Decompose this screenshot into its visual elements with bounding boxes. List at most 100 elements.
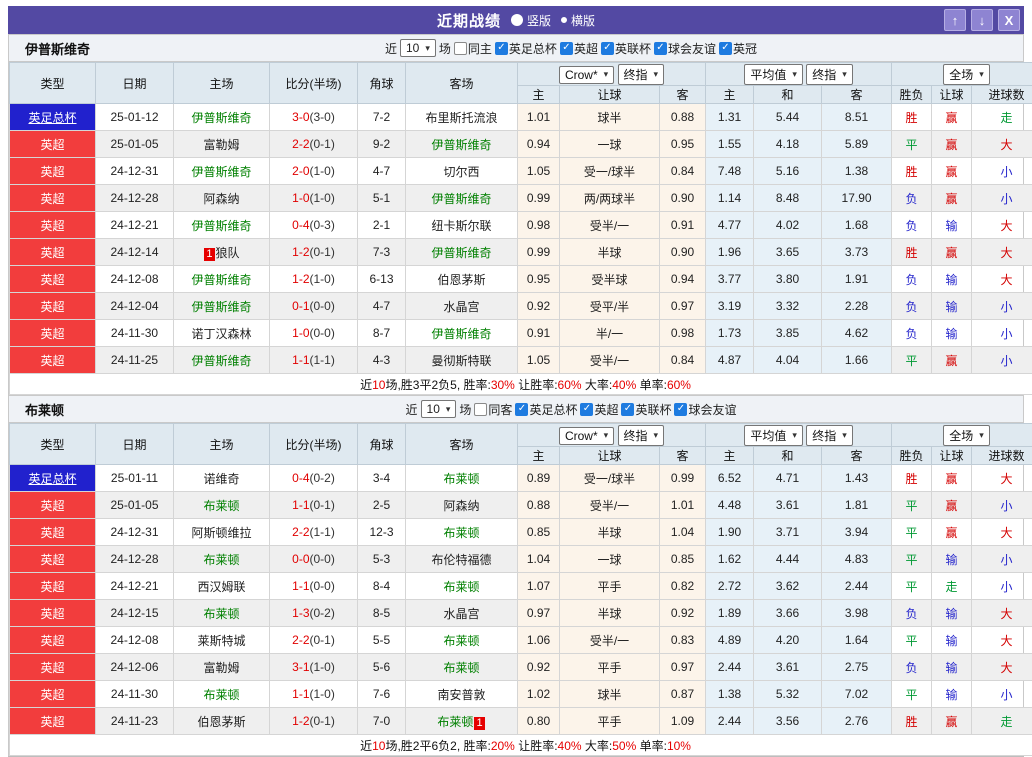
away-team[interactable]: 布莱顿: [443, 661, 479, 675]
away-team[interactable]: 伯恩茅斯: [437, 273, 485, 287]
league-badge[interactable]: 英超: [10, 347, 95, 373]
result-handicap: 输: [932, 627, 972, 654]
league-badge[interactable]: 英超: [10, 158, 95, 184]
home-team[interactable]: 狼队: [216, 246, 240, 260]
same-venue-checkbox[interactable]: 同客: [474, 401, 512, 418]
home-team[interactable]: 伊普斯维奇: [191, 354, 251, 368]
home-team[interactable]: 富勒姆: [203, 138, 239, 152]
league-badge[interactable]: 英足总杯: [10, 465, 95, 491]
league-badge[interactable]: 英超: [10, 131, 95, 157]
avg-odds-draw: 3.85: [754, 320, 822, 347]
league-badge[interactable]: 英超: [10, 681, 95, 707]
scope-select[interactable]: 全场▾: [943, 64, 990, 85]
home-team[interactable]: 诺丁汉森林: [191, 327, 251, 341]
match-count-select[interactable]: 10▾: [421, 400, 457, 418]
away-team[interactable]: 伊普斯维奇: [431, 327, 491, 341]
average-select[interactable]: 平均值▾: [744, 64, 803, 85]
home-team[interactable]: 富勒姆: [203, 661, 239, 675]
summary-part: 场,胜2平6负2, 胜率:: [385, 739, 490, 753]
league-filter-checkbox[interactable]: ✓英超: [560, 40, 598, 57]
league-badge[interactable]: 英超: [10, 600, 95, 626]
away-team[interactable]: 伊普斯维奇: [431, 192, 491, 206]
home-team[interactable]: 布莱顿: [203, 499, 239, 513]
home-team[interactable]: 诺维奇: [203, 472, 239, 486]
league-filter-checkbox[interactable]: ✓英冠: [719, 40, 757, 57]
away-team[interactable]: 布莱顿: [437, 715, 473, 729]
corner-count: 4-7: [358, 158, 406, 185]
home-team-cell: 1狼队: [174, 239, 270, 266]
league-badge[interactable]: 英超: [10, 573, 95, 599]
average-select[interactable]: 平均值▾: [744, 425, 803, 446]
home-team[interactable]: 阿森纳: [203, 192, 239, 206]
league-badge[interactable]: 英超: [10, 519, 95, 545]
league-badge[interactable]: 英超: [10, 293, 95, 319]
same-venue-checkbox[interactable]: 同主: [454, 40, 492, 57]
league-filter-checkbox[interactable]: ✓球会友谊: [654, 40, 716, 57]
away-team[interactable]: 布莱顿: [443, 472, 479, 486]
away-team[interactable]: 布里斯托流浪: [425, 111, 497, 125]
league-filter-checkbox[interactable]: ✓英超: [580, 401, 618, 418]
league-filter-checkbox[interactable]: ✓球会友谊: [674, 401, 736, 418]
league-badge[interactable]: 英超: [10, 239, 95, 265]
away-team[interactable]: 曼彻斯特联: [431, 354, 491, 368]
scope-select[interactable]: 全场▾: [943, 425, 990, 446]
league-filter-checkbox[interactable]: ✓英联杯: [601, 40, 651, 57]
home-team[interactable]: 伯恩茅斯: [197, 715, 245, 729]
league-badge[interactable]: 英超: [10, 627, 95, 653]
match-score: 3-0(3-0): [270, 104, 358, 131]
fulltime-score: 0-0: [292, 552, 309, 566]
league-filter-checkbox[interactable]: ✓英足总杯: [495, 40, 557, 57]
away-team[interactable]: 南安普敦: [437, 688, 485, 702]
home-team[interactable]: 布莱顿: [203, 553, 239, 567]
layout-radio-horizontal[interactable]: 横版: [561, 12, 595, 29]
close-button[interactable]: X: [998, 9, 1020, 31]
away-team[interactable]: 伊普斯维奇: [431, 246, 491, 260]
away-team[interactable]: 布伦特福德: [431, 553, 491, 567]
away-team[interactable]: 布莱顿: [443, 580, 479, 594]
league-filter-checkbox-label: 英超: [574, 40, 598, 57]
away-team[interactable]: 布莱顿: [443, 526, 479, 540]
chevron-down-icon: ▾: [979, 430, 984, 441]
away-team[interactable]: 纽卡斯尔联: [431, 219, 491, 233]
final-odds-select[interactable]: 终指▾: [806, 64, 853, 85]
move-up-button[interactable]: ↑: [944, 9, 966, 31]
match-date: 24-12-28: [96, 546, 174, 573]
league-badge[interactable]: 英超: [10, 212, 95, 238]
league-badge[interactable]: 英超: [10, 654, 95, 680]
home-team[interactable]: 阿斯顿维拉: [191, 526, 251, 540]
away-team[interactable]: 水晶宫: [443, 300, 479, 314]
away-team[interactable]: 阿森纳: [443, 499, 479, 513]
bookmaker-select[interactable]: Crow*▾: [559, 427, 614, 445]
home-team[interactable]: 莱斯特城: [197, 634, 245, 648]
layout-radio-vertical[interactable]: 竖版: [511, 12, 551, 29]
league-badge[interactable]: 英超: [10, 546, 95, 572]
home-team[interactable]: 伊普斯维奇: [191, 165, 251, 179]
league-badge[interactable]: 英超: [10, 266, 95, 292]
handicap-odds-away: 0.91: [660, 212, 706, 239]
league-badge[interactable]: 英超: [10, 492, 95, 518]
home-team[interactable]: 布莱顿: [203, 688, 239, 702]
final-odds-select[interactable]: 终指▾: [806, 425, 853, 446]
home-team[interactable]: 伊普斯维奇: [191, 300, 251, 314]
away-team[interactable]: 水晶宫: [443, 607, 479, 621]
home-team[interactable]: 伊普斯维奇: [191, 219, 251, 233]
league-badge[interactable]: 英超: [10, 320, 95, 346]
home-team[interactable]: 西汉姆联: [197, 580, 245, 594]
league-badge[interactable]: 英超: [10, 185, 95, 211]
away-team[interactable]: 伊普斯维奇: [431, 138, 491, 152]
handicap-line: 半球: [560, 600, 660, 627]
away-team[interactable]: 布莱顿: [443, 634, 479, 648]
league-badge[interactable]: 英足总杯: [10, 104, 95, 130]
league-filter-checkbox[interactable]: ✓英联杯: [621, 401, 671, 418]
home-team[interactable]: 布莱顿: [203, 607, 239, 621]
away-team[interactable]: 切尔西: [443, 165, 479, 179]
home-team[interactable]: 伊普斯维奇: [191, 273, 251, 287]
match-count-select[interactable]: 10▾: [400, 39, 436, 57]
league-filter-checkbox[interactable]: ✓英足总杯: [515, 401, 577, 418]
final-odds-select[interactable]: 终指▾: [618, 64, 665, 85]
bookmaker-select[interactable]: Crow*▾: [559, 66, 614, 84]
final-odds-select[interactable]: 终指▾: [618, 425, 665, 446]
home-team[interactable]: 伊普斯维奇: [191, 111, 251, 125]
move-down-button[interactable]: ↓: [971, 9, 993, 31]
league-badge[interactable]: 英超: [10, 708, 95, 734]
